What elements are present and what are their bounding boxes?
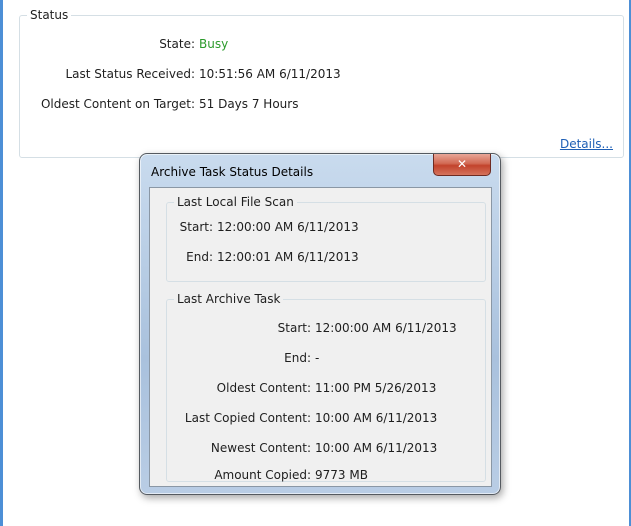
dialog-body: Last Local File Scan Start: 12:00:00 AM … bbox=[149, 187, 492, 487]
details-link[interactable]: Details... bbox=[560, 137, 613, 152]
status-group-legend: Status bbox=[27, 8, 72, 23]
oldest-archive-content-label: Oldest Content: bbox=[216, 381, 311, 395]
amount-copied-value: 9773 MB bbox=[315, 468, 368, 482]
amount-copied-row: Amount Copied: 9773 MB bbox=[167, 466, 485, 484]
scan-start-label: Start: bbox=[179, 220, 213, 234]
dialog-title: Archive Task Status Details bbox=[151, 165, 314, 179]
last-copied-content-value: 10:00 AM 6/11/2013 bbox=[315, 411, 438, 425]
archive-end-value: - bbox=[315, 351, 320, 365]
archive-start-row: Start: 12:00:00 AM 6/11/2013 bbox=[167, 319, 485, 337]
close-icon: ✕ bbox=[456, 157, 468, 171]
state-value: Busy bbox=[199, 37, 229, 51]
oldest-content-row: Oldest Content on Target: 51 Days 7 Hour… bbox=[20, 95, 623, 113]
last-copied-content-label: Last Copied Content: bbox=[184, 411, 311, 425]
last-copied-content-row: Last Copied Content: 10:00 AM 6/11/2013 bbox=[167, 409, 485, 427]
state-row: State: Busy bbox=[20, 35, 623, 53]
scan-end-value: 12:00:01 AM 6/11/2013 bbox=[217, 250, 359, 264]
newest-content-label: Newest Content: bbox=[210, 441, 311, 455]
window-border-left bbox=[0, 0, 3, 526]
last-local-file-scan-group: Last Local File Scan Start: 12:00:00 AM … bbox=[166, 195, 486, 282]
amount-copied-label: Amount Copied: bbox=[214, 468, 311, 482]
newest-content-value: 10:00 AM 6/11/2013 bbox=[315, 441, 438, 455]
last-status-received-label: Last Status Received: bbox=[65, 67, 195, 81]
close-button[interactable]: ✕ bbox=[433, 154, 491, 176]
last-archive-task-group: Last Archive Task Start: 12:00:00 AM 6/1… bbox=[166, 292, 486, 484]
archive-start-label: Start: bbox=[277, 321, 311, 335]
oldest-archive-content-value: 11:00 PM 5/26/2013 bbox=[315, 381, 437, 395]
newest-content-row: Newest Content: 10:00 AM 6/11/2013 bbox=[167, 439, 485, 457]
oldest-archive-content-row: Oldest Content: 11:00 PM 5/26/2013 bbox=[167, 379, 485, 397]
scan-start-row: Start: 12:00:00 AM 6/11/2013 bbox=[167, 218, 485, 236]
last-status-received-value: 10:51:56 AM 6/11/2013 bbox=[199, 67, 341, 81]
archive-end-label: End: bbox=[284, 351, 311, 365]
last-archive-task-legend: Last Archive Task bbox=[174, 292, 284, 307]
oldest-content-value: 51 Days 7 Hours bbox=[199, 97, 299, 111]
scan-end-label: End: bbox=[186, 250, 213, 264]
state-label: State: bbox=[159, 37, 195, 51]
last-local-file-scan-legend: Last Local File Scan bbox=[174, 195, 297, 210]
scan-start-value: 12:00:00 AM 6/11/2013 bbox=[217, 220, 359, 234]
status-group: Status State: Busy Last Status Received:… bbox=[19, 8, 624, 158]
last-status-received-row: Last Status Received: 10:51:56 AM 6/11/2… bbox=[20, 65, 623, 83]
archive-end-row: End: - bbox=[167, 349, 485, 367]
oldest-content-label: Oldest Content on Target: bbox=[40, 97, 195, 111]
archive-task-status-dialog: Archive Task Status Details ✕ Last Local… bbox=[139, 153, 501, 495]
scan-end-row: End: 12:00:01 AM 6/11/2013 bbox=[167, 248, 485, 266]
archive-start-value: 12:00:00 AM 6/11/2013 bbox=[315, 321, 457, 335]
